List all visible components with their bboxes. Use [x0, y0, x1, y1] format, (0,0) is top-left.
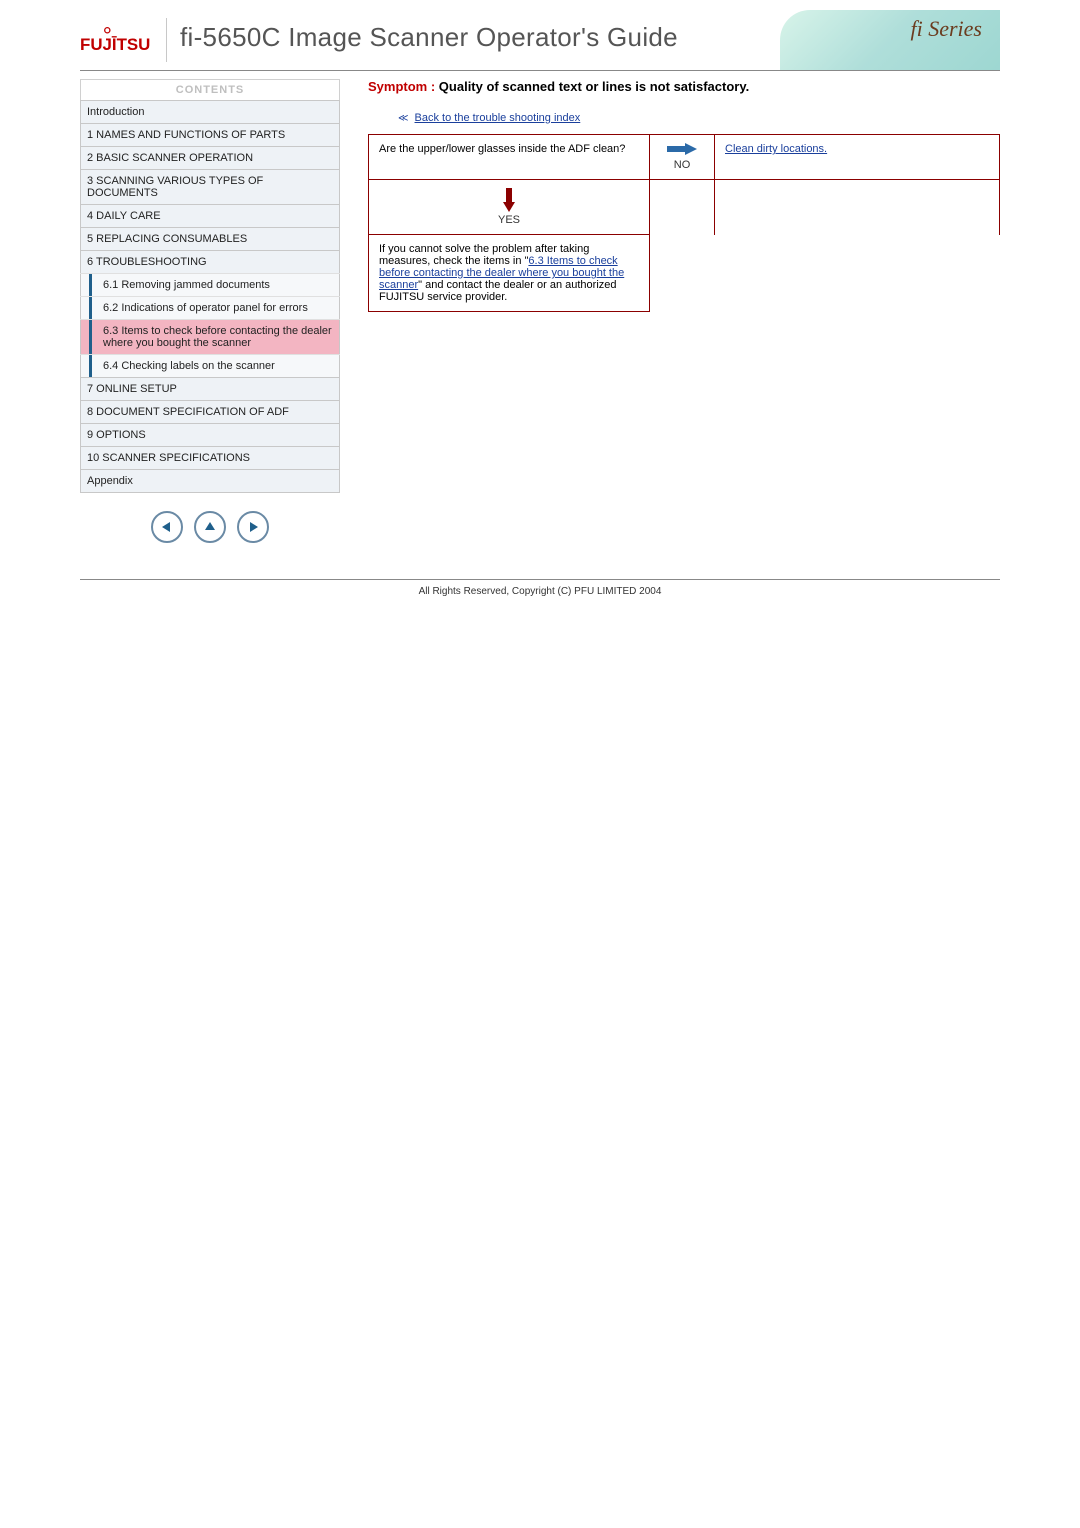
- flow-empty-cell: [650, 180, 715, 235]
- fi-series-label: fi Series: [911, 16, 983, 42]
- arrow-right-icon: [246, 520, 260, 534]
- header: FUJĪTSU fi-5650C Image Scanner Operator'…: [80, 10, 1000, 71]
- flow-empty-cell: [650, 235, 715, 312]
- toc-item-1[interactable]: 1 NAMES AND FUNCTIONS OF PARTS: [81, 124, 340, 147]
- toc-item-2[interactable]: 2 BASIC SCANNER OPERATION: [81, 147, 340, 170]
- flow-final-cell: If you cannot solve the problem after ta…: [369, 235, 650, 312]
- flow-answer-1: Clean dirty locations.: [715, 135, 1000, 180]
- back-link-row: ≪ Back to the trouble shooting index: [398, 112, 1000, 124]
- back-to-index-link[interactable]: Back to the trouble shooting index: [415, 112, 581, 124]
- toc-item-12[interactable]: 8 DOCUMENT SPECIFICATION OF ADF: [81, 401, 340, 424]
- toc-item-3[interactable]: 3 SCANNING VARIOUS TYPES OF DOCUMENTS: [81, 170, 340, 205]
- toc-item-5[interactable]: 5 REPLACING CONSUMABLES: [81, 228, 340, 251]
- toc-item-11[interactable]: 7 ONLINE SETUP: [81, 378, 340, 401]
- clean-dirty-locations-link[interactable]: Clean dirty locations.: [725, 143, 827, 155]
- symptom-prefix: Symptom :: [368, 79, 439, 94]
- symptom-heading: Symptom : Quality of scanned text or lin…: [368, 79, 1000, 94]
- toc-item-14[interactable]: 10 SCANNER SPECIFICATIONS: [81, 447, 340, 470]
- flow-question-1: Are the upper/lower glasses inside the A…: [369, 135, 650, 180]
- toc-item-15[interactable]: Appendix: [81, 470, 340, 493]
- flowchart-table: Are the upper/lower glasses inside the A…: [368, 134, 1000, 312]
- toc-item-13[interactable]: 9 OPTIONS: [81, 424, 340, 447]
- nav-next-button[interactable]: [237, 511, 269, 543]
- arrow-down-icon: [503, 188, 515, 212]
- symptom-text: Quality of scanned text or lines is not …: [439, 79, 749, 94]
- toc-item-0[interactable]: Introduction: [81, 101, 340, 124]
- nav-up-button[interactable]: [194, 511, 226, 543]
- back-chevron-icon: ≪: [398, 113, 408, 124]
- footer-copyright: All Rights Reserved, Copyright (C) PFU L…: [80, 579, 1000, 597]
- toc-item-6[interactable]: 6 TROUBLESHOOTING: [81, 251, 340, 274]
- no-label: NO: [674, 159, 691, 171]
- nav-buttons: [80, 511, 340, 543]
- nav-prev-button[interactable]: [151, 511, 183, 543]
- toc-item-10[interactable]: 6.4 Checking labels on the scanner: [81, 355, 340, 378]
- toc-item-8[interactable]: 6.2 Indications of operator panel for er…: [81, 297, 340, 320]
- arrow-left-icon: [160, 520, 174, 534]
- flow-empty-cell: [715, 180, 1000, 235]
- sidebar: CONTENTS Introduction1 NAMES AND FUNCTIO…: [80, 79, 340, 543]
- header-separator: [166, 18, 167, 62]
- svg-text:FUJĪTSU: FUJĪTSU: [80, 35, 150, 54]
- page-title: fi-5650C Image Scanner Operator's Guide: [180, 22, 678, 53]
- contents-heading: CONTENTS: [80, 79, 340, 100]
- toc-item-7[interactable]: 6.1 Removing jammed documents: [81, 274, 340, 297]
- main-content: Symptom : Quality of scanned text or lin…: [340, 79, 1000, 312]
- flow-arrow-yes: YES: [369, 180, 650, 235]
- toc-item-9[interactable]: 6.3 Items to check before contacting the…: [81, 320, 340, 355]
- fujitsu-logo: FUJĪTSU: [80, 18, 158, 62]
- flow-empty-cell: [715, 235, 1000, 312]
- arrow-right-icon: [667, 143, 697, 155]
- toc-table: Introduction1 NAMES AND FUNCTIONS OF PAR…: [80, 100, 340, 493]
- arrow-up-icon: [203, 520, 217, 534]
- yes-label: YES: [498, 214, 520, 226]
- toc-item-4[interactable]: 4 DAILY CARE: [81, 205, 340, 228]
- flow-arrow-no: NO: [650, 135, 715, 180]
